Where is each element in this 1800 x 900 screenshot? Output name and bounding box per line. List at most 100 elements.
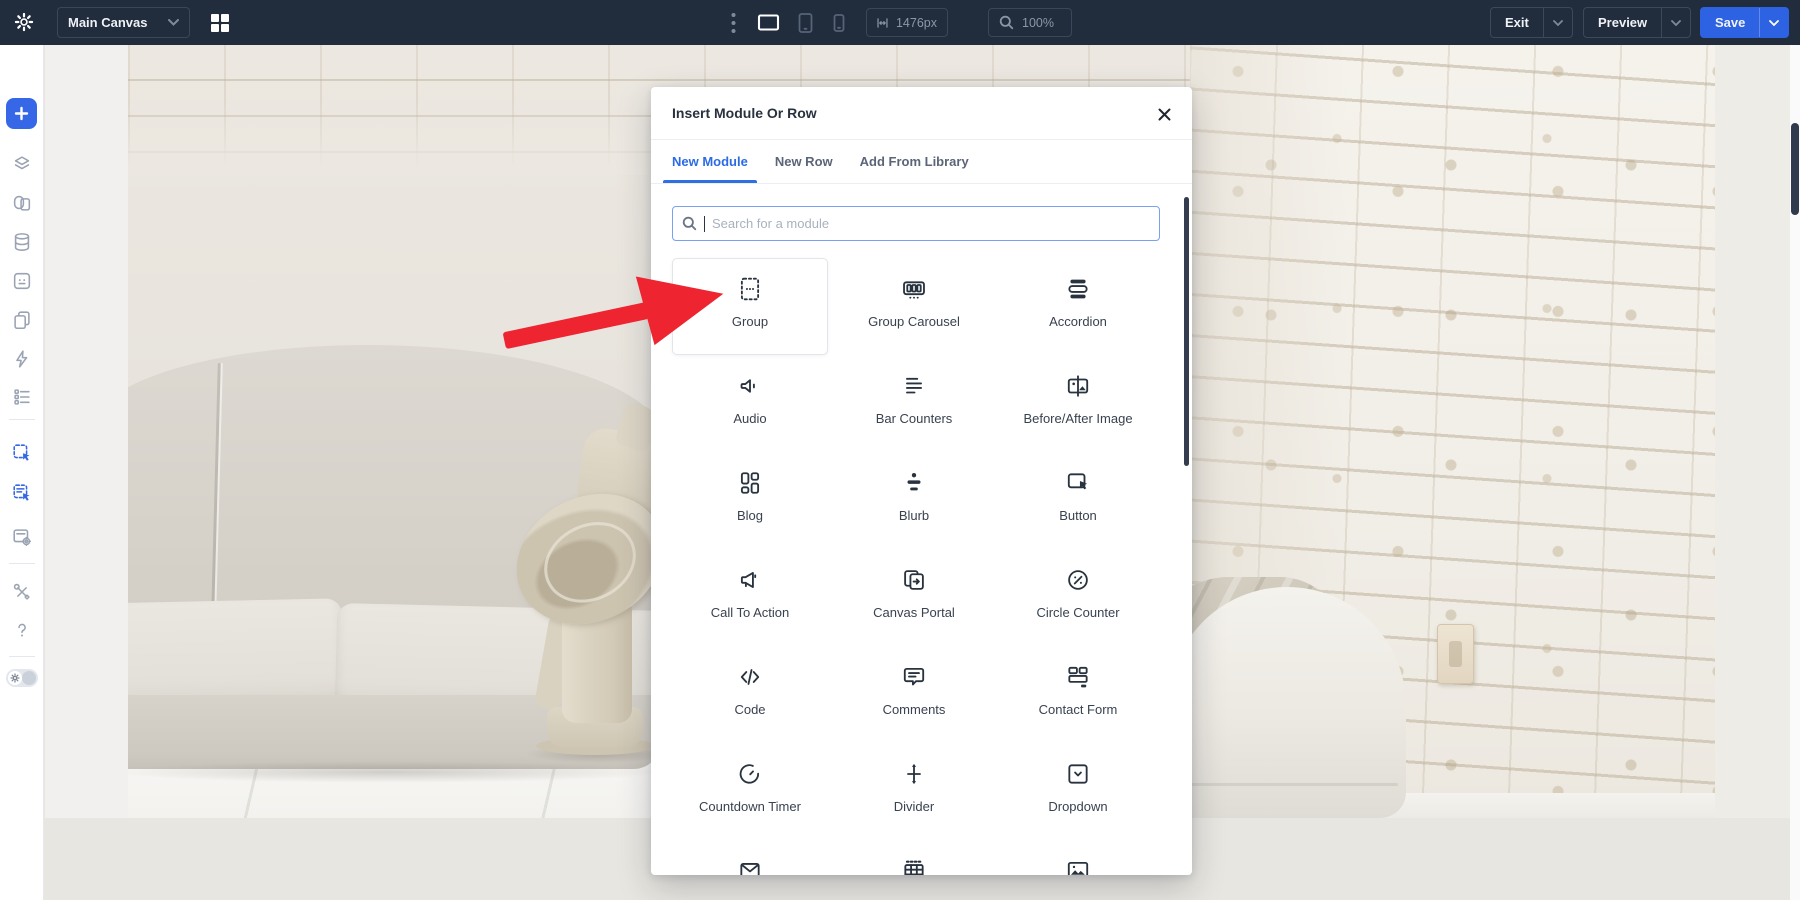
dropdown-icon — [1065, 761, 1091, 788]
modal-tabs: New Module New Row Add From Library — [651, 140, 1192, 184]
save-button[interactable]: Save — [1701, 8, 1759, 37]
pages-button[interactable] — [10, 308, 34, 332]
layout-grid-icon[interactable] — [208, 11, 232, 35]
exit-options-chevron[interactable] — [1543, 8, 1572, 37]
module-tile-circle-counter[interactable]: Circle Counter — [1000, 549, 1156, 646]
canvas-zoom-control[interactable]: 100% — [988, 8, 1072, 37]
canvas-zoom-value: 100% — [1022, 16, 1054, 30]
save-options-chevron[interactable] — [1759, 8, 1788, 37]
module-tile-partial-1[interactable] — [672, 840, 828, 875]
module-label: Canvas Portal — [873, 604, 955, 622]
module-label: Call To Action — [711, 604, 790, 622]
exit-button[interactable]: Exit — [1491, 8, 1543, 37]
modal-close-button[interactable] — [1154, 104, 1174, 124]
canvas-settings-button[interactable] — [10, 525, 34, 549]
button-icon — [1065, 470, 1091, 497]
module-tile-dropdown[interactable]: Dropdown — [1000, 743, 1156, 840]
module-tile-code[interactable]: Code — [672, 646, 828, 743]
preview-button[interactable]: Preview — [1584, 8, 1661, 37]
canvas-gear-icon — [11, 526, 33, 548]
insert-module-button[interactable] — [10, 441, 34, 465]
toggle-knob — [22, 671, 36, 685]
module-box-icon — [11, 270, 33, 292]
module-tile-accordion[interactable]: Accordion — [1000, 258, 1156, 355]
wireframe-view-button[interactable] — [10, 385, 34, 409]
countdown-timer-icon — [737, 761, 763, 788]
modules-panel-button[interactable] — [10, 269, 34, 293]
module-tile-call-to-action[interactable]: Call To Action — [672, 549, 828, 646]
lightning-icon — [11, 348, 33, 370]
modal-header: Insert Module Or Row — [651, 87, 1192, 140]
browser-scrollbar-thumb[interactable] — [1791, 123, 1799, 215]
builder-settings-gear-icon[interactable] — [10, 8, 38, 36]
group-icon — [737, 276, 763, 303]
layers-panel-button[interactable] — [10, 152, 34, 176]
phone-view-button[interactable] — [826, 10, 852, 36]
module-label: Button — [1059, 507, 1097, 525]
module-label: Group Carousel — [868, 313, 960, 331]
module-search-field[interactable] — [672, 206, 1160, 241]
module-tile-audio[interactable]: Audio — [672, 355, 828, 452]
module-label: Countdown Timer — [699, 798, 801, 816]
insert-module-cursor-icon — [11, 442, 33, 464]
settings-toggle[interactable] — [6, 669, 38, 687]
developer-tools-button[interactable] — [10, 580, 34, 604]
search-input[interactable] — [712, 216, 1150, 231]
sofa-shadow — [128, 761, 668, 783]
add-element-button[interactable] — [6, 98, 37, 129]
module-tile-countdown-timer[interactable]: Countdown Timer — [672, 743, 828, 840]
layers-icon — [11, 153, 33, 175]
module-tile-contact-form[interactable]: Contact Form — [1000, 646, 1156, 743]
canvas-width-control[interactable]: 1476px — [866, 8, 948, 37]
interactions-button[interactable] — [10, 347, 34, 371]
module-tile-group[interactable]: Group — [672, 258, 828, 355]
module-grid: Group Group Carousel Accordion Audio Bar… — [672, 258, 1161, 875]
module-tile-blurb[interactable]: Blurb — [836, 452, 992, 549]
module-tile-canvas-portal[interactable]: Canvas Portal — [836, 549, 992, 646]
tablet-view-button[interactable] — [792, 10, 818, 36]
module-tile-bar-counters[interactable]: Bar Counters — [836, 355, 992, 452]
close-icon — [1158, 108, 1171, 121]
exit-button-group: Exit — [1490, 7, 1573, 38]
module-tile-blog[interactable]: Blog — [672, 452, 828, 549]
module-tile-partial-2[interactable] — [836, 840, 992, 875]
envelope-icon — [737, 858, 763, 875]
module-label: Divider — [894, 798, 934, 816]
wall-outlet — [1437, 624, 1474, 684]
text-caret — [704, 216, 705, 232]
more-options-icon[interactable] — [726, 11, 740, 35]
module-tile-before-after-image[interactable]: Before/After Image — [1000, 355, 1156, 452]
insert-row-button[interactable] — [10, 481, 34, 505]
blurb-icon — [901, 470, 927, 497]
preview-button-group: Preview — [1583, 7, 1691, 38]
blog-icon — [737, 470, 763, 497]
tab-add-from-library[interactable]: Add From Library — [860, 140, 969, 183]
chevron-down-icon — [168, 19, 179, 26]
tab-new-row[interactable]: New Row — [775, 140, 833, 183]
circle-counter-icon — [1065, 567, 1091, 594]
top-toolbar: Main Canvas 1476px 100% Exit P — [0, 0, 1800, 45]
dynamic-data-button[interactable] — [10, 230, 34, 254]
help-button[interactable] — [10, 618, 34, 642]
save-button-group: Save — [1700, 7, 1789, 38]
modal-scrollbar-thumb[interactable] — [1184, 197, 1189, 466]
module-tile-partial-3[interactable] — [1000, 840, 1156, 875]
preview-options-chevron[interactable] — [1661, 8, 1690, 37]
database-icon — [11, 231, 33, 253]
module-tile-comments[interactable]: Comments — [836, 646, 992, 743]
module-tile-divider[interactable]: Divider — [836, 743, 992, 840]
desktop-view-button[interactable] — [755, 10, 781, 36]
canvas-width-value: 1476px — [896, 16, 937, 30]
module-label: Dropdown — [1048, 798, 1107, 816]
module-label: Contact Form — [1039, 701, 1118, 719]
module-tile-button[interactable]: Button — [1000, 452, 1156, 549]
builder-sidebar — [0, 45, 44, 900]
module-label: Audio — [733, 410, 766, 428]
canvas-selector-value: Main Canvas — [68, 15, 160, 30]
design-shapes-icon — [11, 192, 33, 214]
canvas-selector-dropdown[interactable]: Main Canvas — [57, 7, 190, 38]
design-presets-button[interactable] — [10, 191, 34, 215]
module-label: Accordion — [1049, 313, 1107, 331]
tab-new-module[interactable]: New Module — [672, 140, 748, 183]
module-tile-group-carousel[interactable]: Group Carousel — [836, 258, 992, 355]
